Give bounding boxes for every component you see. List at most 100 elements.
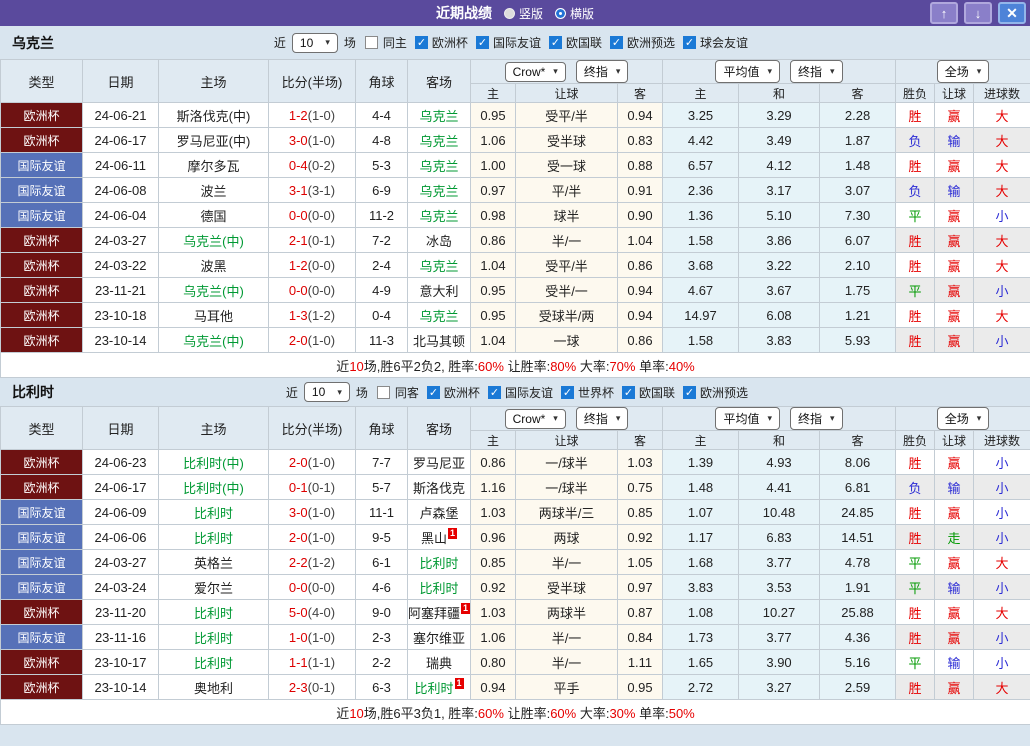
cell-handicap: 一球 xyxy=(516,328,618,353)
dropdown-平均值[interactable]: 平均值▾ xyxy=(715,60,780,83)
match-row: 欧洲杯24-06-17比利时(中)0-1(0-1)5-7斯洛伐克1.16一/球半… xyxy=(1,475,1030,500)
cell-avg-away: 1.48 xyxy=(820,153,896,178)
cell-score: 2-2(1-2) xyxy=(269,550,356,575)
summary-segment: 让胜率: xyxy=(504,706,550,721)
table-body: 欧洲杯24-06-23比利时(中)2-0(1-0)7-7罗马尼亚0.86一/球半… xyxy=(1,450,1030,700)
cell-avg-home: 3.25 xyxy=(663,103,739,128)
cell-result: 胜 xyxy=(896,328,935,353)
cell-date: 24-03-27 xyxy=(83,228,159,253)
dropdown-终指[interactable]: 终指▾ xyxy=(576,60,629,83)
cell-avg-away: 14.51 xyxy=(820,525,896,550)
cell-goals-result: 大 xyxy=(974,675,1030,700)
filter-row: 乌克兰 近10▾场同主✓欧洲杯✓国际友谊✓欧国联✓欧洲预选✓球会友谊 xyxy=(0,26,1030,59)
dropdown-终指[interactable]: 终指▾ xyxy=(790,407,843,430)
competition-checkbox-欧洲杯[interactable]: ✓ xyxy=(427,386,440,399)
away-team-name: 乌克兰 xyxy=(419,109,458,124)
cell-avg-home: 1.73 xyxy=(663,625,739,650)
full-time-score: 0-0 xyxy=(289,283,308,298)
cell-goals-result: 小 xyxy=(974,475,1030,500)
close-button[interactable]: ✕ xyxy=(998,2,1026,24)
move-up-button[interactable]: ↑ xyxy=(930,2,958,24)
cell-home-team: 乌克兰(中) xyxy=(159,278,269,303)
cell-avg-away: 8.06 xyxy=(820,450,896,475)
layout-radio-vertical[interactable]: 竖版 xyxy=(504,5,543,22)
competition-checkbox-世界杯[interactable]: ✓ xyxy=(561,386,574,399)
competition-checkbox-球会友谊[interactable]: ✓ xyxy=(683,36,696,49)
sub-column-header: 胜负 xyxy=(896,431,935,450)
summary-segment: 60% xyxy=(478,706,504,721)
half-time-score: (1-2) xyxy=(308,555,335,570)
cell-odds-home: 0.80 xyxy=(471,650,516,675)
competition-checkbox-国际友谊[interactable]: ✓ xyxy=(488,386,501,399)
cell-score: 5-0(4-0) xyxy=(269,600,356,625)
competition-checkbox-欧国联[interactable]: ✓ xyxy=(622,386,635,399)
dropdown-平均值[interactable]: 平均值▾ xyxy=(715,407,780,430)
cell-corner: 5-7 xyxy=(356,475,408,500)
cell-odds-home: 1.03 xyxy=(471,500,516,525)
dropdown-全场[interactable]: 全场▾ xyxy=(937,407,990,430)
dropdown-全场[interactable]: 全场▾ xyxy=(937,60,990,83)
summary-segment: 70% xyxy=(609,359,635,374)
cell-avg-away: 4.36 xyxy=(820,625,896,650)
table-body: 欧洲杯24-06-21斯洛伐克(中)1-2(1-0)4-4乌克兰0.95受平/半… xyxy=(1,103,1030,353)
cell-corner: 4-4 xyxy=(356,103,408,128)
same-venue-checkbox[interactable] xyxy=(377,386,390,399)
competition-checkbox-国际友谊[interactable]: ✓ xyxy=(476,36,489,49)
home-team-name: 波黑 xyxy=(200,259,226,274)
chevron-down-icon: ▾ xyxy=(768,66,773,77)
dropdown-Crow*[interactable]: Crow*▾ xyxy=(505,409,566,429)
match-row: 欧洲杯23-10-14乌克兰(中)2-0(1-0)11-3北马其顿1.04一球0… xyxy=(1,328,1030,353)
odds-group-dropdowns: Crow*▾ 终指▾ xyxy=(471,60,662,83)
away-team-name: 乌克兰 xyxy=(419,134,458,149)
cell-odds-away: 0.83 xyxy=(618,128,663,153)
sub-column-header: 主 xyxy=(471,84,516,103)
cell-home-team: 比利时 xyxy=(159,625,269,650)
cell-avg-away: 6.81 xyxy=(820,475,896,500)
cell-date: 23-10-17 xyxy=(83,650,159,675)
cell-handicap: 两球半 xyxy=(516,600,618,625)
competition-checkbox-欧国联[interactable]: ✓ xyxy=(549,36,562,49)
match-row: 欧洲杯23-10-18马耳他1-3(1-2)0-4乌克兰0.95受球半/两0.9… xyxy=(1,303,1030,328)
layout-radio-horizontal[interactable]: 横版 xyxy=(555,5,594,22)
cell-odds-away: 0.94 xyxy=(618,303,663,328)
cell-score: 0-0(0-0) xyxy=(269,278,356,303)
dropdown-终指[interactable]: 终指▾ xyxy=(790,60,843,83)
move-down-button[interactable]: ↓ xyxy=(964,2,992,24)
cell-odds-home: 0.97 xyxy=(471,178,516,203)
column-header: 主场 xyxy=(159,60,269,103)
full-time-score: 3-0 xyxy=(289,133,308,148)
dropdown-value: 平均值 xyxy=(723,410,759,427)
competition-checkbox-欧洲预选[interactable]: ✓ xyxy=(683,386,696,399)
competition-checkbox-欧洲杯[interactable]: ✓ xyxy=(415,36,428,49)
cell-result: 胜 xyxy=(896,450,935,475)
odds-group-header: 全场▾ xyxy=(896,60,1030,84)
dropdown-10[interactable]: 10▾ xyxy=(304,382,350,402)
cell-score: 3-1(3-1) xyxy=(269,178,356,203)
dropdown-10[interactable]: 10▾ xyxy=(292,33,338,53)
competition-checkbox-欧洲预选[interactable]: ✓ xyxy=(610,36,623,49)
match-row: 国际友谊23-11-16比利时1-0(1-0)2-3塞尔维亚1.06半/一0.8… xyxy=(1,625,1030,650)
odds-group-header: 平均值▾ 终指▾ xyxy=(663,60,896,84)
cell-avg-away: 7.30 xyxy=(820,203,896,228)
odds-group-dropdowns: 平均值▾终指▾ xyxy=(663,407,895,430)
odds-group-header: Crow*▾ 终指▾ xyxy=(471,60,663,84)
close-icon: ✕ xyxy=(1006,6,1018,20)
cell-avg-draw: 3.49 xyxy=(739,128,820,153)
cell-home-team: 比利时 xyxy=(159,600,269,625)
cell-avg-away: 24.85 xyxy=(820,500,896,525)
home-team-name: 比利时 xyxy=(194,531,233,546)
away-team-name: 比利时 xyxy=(419,581,458,596)
chevron-down-icon: ▾ xyxy=(830,413,835,424)
cell-avg-draw: 6.08 xyxy=(739,303,820,328)
dropdown-Crow*[interactable]: Crow*▾ xyxy=(505,62,566,82)
cell-type: 国际友谊 xyxy=(1,178,83,203)
competition-label: 欧洲预选 xyxy=(700,384,748,401)
header-row-dropdowns: 类型日期主场比分(半场)角球客场Crow*▾终指▾平均值▾终指▾全场▾ xyxy=(1,407,1030,431)
cell-corner: 6-3 xyxy=(356,675,408,700)
cell-corner: 2-3 xyxy=(356,625,408,650)
home-team-name: 摩尔多瓦 xyxy=(187,159,239,174)
cell-avg-away: 1.21 xyxy=(820,303,896,328)
full-time-score: 0-4 xyxy=(289,158,308,173)
same-venue-checkbox[interactable] xyxy=(365,36,378,49)
dropdown-终指[interactable]: 终指▾ xyxy=(576,407,629,430)
